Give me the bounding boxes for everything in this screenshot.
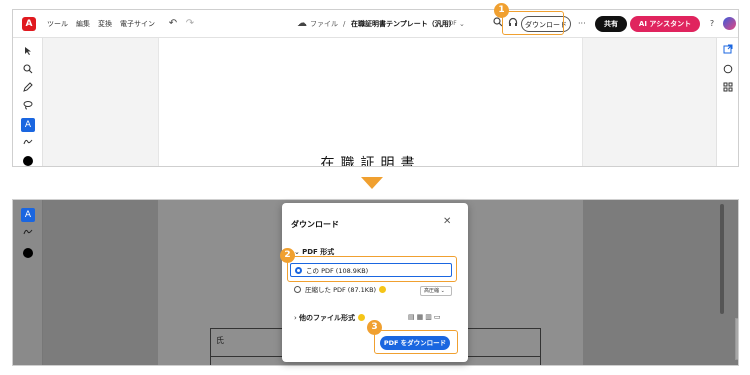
breadcrumb-separator: / <box>343 20 346 28</box>
format-icons: ▤▦▥▭ <box>408 313 443 321</box>
comment-icon[interactable] <box>721 64 735 78</box>
avatar[interactable] <box>723 17 736 30</box>
menu-edit[interactable]: 編集 <box>76 10 90 38</box>
document-page: 在職証明書 <box>158 38 583 167</box>
lasso-icon[interactable] <box>21 100 35 114</box>
other-formats-label: 他のファイル形式 <box>299 314 356 322</box>
powerpoint-format-icon: ▦ <box>416 313 426 321</box>
file-type-label: PDF <box>445 20 457 27</box>
signature-icon <box>21 226 35 240</box>
redo-icon[interactable]: ↷ <box>183 17 197 31</box>
option-compressed-pdf-label: 圧縮した PDF (87.1KB) <box>305 286 377 294</box>
top-toolbar: A ツール 編集 変換 電子サイン ↶ ↷ ☁ ファイル / 在職証明書テンプレ… <box>13 10 738 38</box>
callout-2-badge: 2 <box>280 248 295 263</box>
pdf-format-label: PDF 形式 <box>302 248 335 256</box>
menu-esign[interactable]: 電子サイン <box>120 10 155 38</box>
grid-icon[interactable] <box>721 82 735 96</box>
radio-compressed-pdf[interactable]: 圧縮した PDF (87.1KB) <box>290 283 387 297</box>
chevron-down-icon[interactable]: ⌄ <box>459 10 465 38</box>
select-arrow-icon[interactable] <box>21 46 35 60</box>
page-total: 1 <box>736 331 738 343</box>
cloud-icon: ☁ <box>297 18 307 29</box>
table-border <box>540 328 541 365</box>
document-title[interactable]: 在職証明書テンプレート（汎用） <box>351 10 456 38</box>
page-indicator[interactable]: 1 1 <box>735 318 738 360</box>
table-label: 氏 <box>216 336 224 345</box>
breadcrumb-folder[interactable]: ファイル <box>310 10 338 38</box>
zoom-icon[interactable] <box>21 64 35 78</box>
undo-icon[interactable]: ↶ <box>166 17 180 31</box>
page-current: 1 <box>736 319 738 331</box>
color-swatch <box>23 248 33 258</box>
word-format-icon: ▤ <box>408 313 417 321</box>
excel-format-icon: ▥ <box>425 313 434 321</box>
dimmed-left-rail: A <box>13 200 43 365</box>
text-box-icon: A <box>21 208 35 222</box>
text-box-icon[interactable]: A <box>21 118 35 132</box>
chevron-down-icon: ⌄ <box>294 248 303 256</box>
compression-select[interactable]: 高圧縮 ⌄ <box>420 286 452 296</box>
signature-icon[interactable] <box>21 136 35 150</box>
menu-tools[interactable]: ツール <box>47 10 68 38</box>
more-icon[interactable]: ··· <box>578 10 586 38</box>
certificate-title: 在職証明書 <box>320 156 421 167</box>
other-formats-section[interactable]: › 他のファイル形式 <box>294 313 366 323</box>
help-icon[interactable]: ? <box>705 17 719 31</box>
close-icon[interactable]: ✕ <box>443 216 451 227</box>
color-swatch[interactable] <box>23 156 33 166</box>
dialog-title: ダウンロード <box>291 220 339 229</box>
compression-select-value: 高圧縮 <box>424 288 440 294</box>
premium-crown-icon <box>358 314 366 321</box>
table-border <box>210 328 211 365</box>
acrobat-window-top: A ツール 編集 変換 電子サイン ↶ ↷ ☁ ファイル / 在職証明書テンプレ… <box>12 9 739 167</box>
step-arrow-icon <box>361 177 383 189</box>
right-rail <box>716 38 738 166</box>
image-format-icon: ▭ <box>433 313 443 321</box>
callout-2-highlight <box>287 256 457 282</box>
share-button[interactable]: 共有 <box>595 16 627 32</box>
scrollbar[interactable] <box>720 204 724 314</box>
menu-convert[interactable]: 変換 <box>98 10 112 38</box>
acrobat-logo[interactable]: A <box>22 17 36 31</box>
callout-1-badge: 1 <box>494 3 509 18</box>
export-icon[interactable] <box>721 44 735 58</box>
pen-icon[interactable] <box>21 82 35 96</box>
left-tool-rail: A <box>13 38 43 166</box>
ai-assistant-button[interactable]: AI アシスタント <box>630 16 700 32</box>
callout-1-highlight <box>502 11 564 35</box>
premium-crown-icon <box>379 286 387 293</box>
callout-3-highlight <box>374 330 458 354</box>
radio-unselected-icon[interactable] <box>294 286 301 293</box>
callout-3-badge: 3 <box>367 320 382 335</box>
